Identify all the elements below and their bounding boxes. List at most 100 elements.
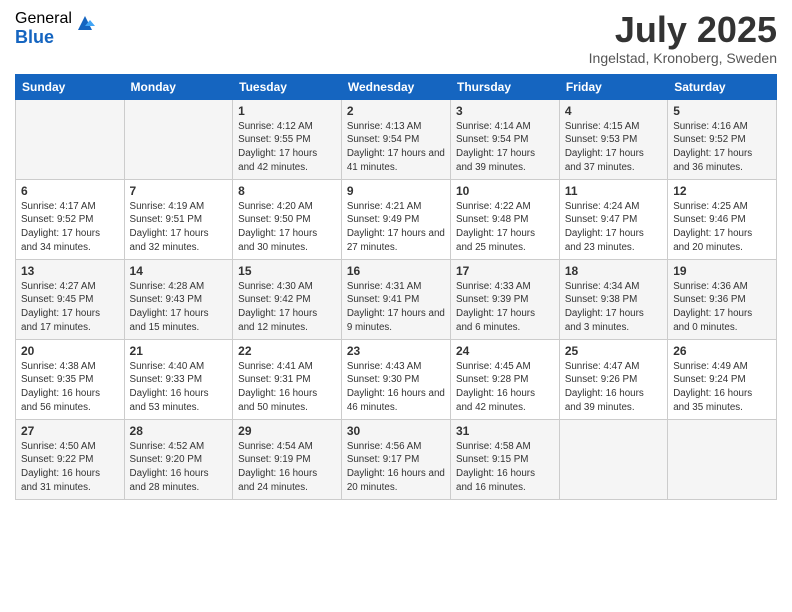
cell-day-number: 11 [565,184,662,198]
cell-info: Sunrise: 4:34 AMSunset: 9:38 PMDaylight:… [565,280,662,335]
table-cell: 15 Sunrise: 4:30 AMSunset: 9:42 PMDayligh… [233,259,342,339]
cell-info: Sunrise: 4:49 AMSunset: 9:24 PMDaylight:… [673,360,771,415]
calendar-table: Sunday Monday Tuesday Wednesday Thursday… [15,74,777,500]
cell-day-number: 30 [347,424,445,438]
cell-day-number: 19 [673,264,771,278]
col-tuesday: Tuesday [233,74,342,99]
month-title: July 2025 [589,10,777,50]
cell-day-number: 12 [673,184,771,198]
table-cell: 13 Sunrise: 4:27 AMSunset: 9:45 PMDayligh… [16,259,125,339]
cell-info: Sunrise: 4:56 AMSunset: 9:17 PMDaylight:… [347,440,445,495]
table-cell: 11 Sunrise: 4:24 AMSunset: 9:47 PMDayligh… [559,179,667,259]
cell-day-number: 5 [673,104,771,118]
table-cell: 9 Sunrise: 4:21 AMSunset: 9:49 PMDaylight… [341,179,450,259]
cell-day-number: 15 [238,264,336,278]
cell-info: Sunrise: 4:28 AMSunset: 9:43 PMDaylight:… [130,280,228,335]
table-cell: 24Sunrise: 4:45 AMSunset: 9:28 PMDayligh… [451,339,560,419]
cell-info: Sunrise: 4:41 AMSunset: 9:31 PMDaylight:… [238,360,336,415]
cell-info: Sunrise: 4:27 AMSunset: 9:45 PMDaylight:… [21,280,119,335]
table-cell: 10Sunrise: 4:22 AMSunset: 9:48 PMDayligh… [451,179,560,259]
cell-day-number: 28 [130,424,228,438]
cell-day-number: 20 [21,344,119,358]
cell-info: Sunrise: 4:15 AMSunset: 9:53 PMDaylight:… [565,120,662,175]
page: General Blue July 2025 Ingelstad, Kronob… [0,0,792,612]
table-cell: 23 Sunrise: 4:43 AMSunset: 9:30 PMDayligh… [341,339,450,419]
cell-info: Sunrise: 4:31 AMSunset: 9:41 PMDaylight:… [347,280,445,335]
table-cell: 22Sunrise: 4:41 AMSunset: 9:31 PMDayligh… [233,339,342,419]
cell-day-number: 18 [565,264,662,278]
cell-info: Sunrise: 4:21 AMSunset: 9:49 PMDaylight:… [347,200,445,255]
table-cell: 6 Sunrise: 4:17 AMSunset: 9:52 PMDaylight… [16,179,125,259]
table-row: 27 Sunrise: 4:50 AMSunset: 9:22 PMDayligh… [16,419,777,499]
col-saturday: Saturday [668,74,777,99]
table-cell [124,99,233,179]
table-cell: 5 Sunrise: 4:16 AMSunset: 9:52 PMDaylight… [668,99,777,179]
table-cell: 21Sunrise: 4:40 AMSunset: 9:33 PMDayligh… [124,339,233,419]
cell-day-number: 8 [238,184,336,198]
cell-info: Sunrise: 4:58 AMSunset: 9:15 PMDaylight:… [456,440,554,495]
cell-info: Sunrise: 4:22 AMSunset: 9:48 PMDaylight:… [456,200,554,255]
logo: General Blue [15,10,96,47]
table-cell: 29Sunrise: 4:54 AMSunset: 9:19 PMDayligh… [233,419,342,499]
table-cell: 28Sunrise: 4:52 AMSunset: 9:20 PMDayligh… [124,419,233,499]
table-cell [668,419,777,499]
table-cell: 27 Sunrise: 4:50 AMSunset: 9:22 PMDayligh… [16,419,125,499]
logo-icon [74,12,96,34]
cell-info: Sunrise: 4:13 AMSunset: 9:54 PMDaylight:… [347,120,445,175]
table-cell [559,419,667,499]
table-cell: 12 Sunrise: 4:25 AMSunset: 9:46 PMDayligh… [668,179,777,259]
cell-info: Sunrise: 4:12 AMSunset: 9:55 PMDaylight:… [238,120,336,175]
cell-info: Sunrise: 4:17 AMSunset: 9:52 PMDaylight:… [21,200,119,255]
cell-day-number: 7 [130,184,228,198]
table-cell: 14 Sunrise: 4:28 AMSunset: 9:43 PMDayligh… [124,259,233,339]
cell-info: Sunrise: 4:43 AMSunset: 9:30 PMDaylight:… [347,360,445,415]
table-row: 20 Sunrise: 4:38 AMSunset: 9:35 PMDayligh… [16,339,777,419]
col-thursday: Thursday [451,74,560,99]
col-friday: Friday [559,74,667,99]
table-cell: 25 Sunrise: 4:47 AMSunset: 9:26 PMDayligh… [559,339,667,419]
col-monday: Monday [124,74,233,99]
cell-info: Sunrise: 4:19 AMSunset: 9:51 PMDaylight:… [130,200,228,255]
cell-info: Sunrise: 4:16 AMSunset: 9:52 PMDaylight:… [673,120,771,175]
title-section: July 2025 Ingelstad, Kronoberg, Sweden [589,10,777,66]
table-cell: 8 Sunrise: 4:20 AMSunset: 9:50 PMDaylight… [233,179,342,259]
cell-day-number: 14 [130,264,228,278]
table-cell: 4Sunrise: 4:15 AMSunset: 9:53 PMDaylight… [559,99,667,179]
cell-info: Sunrise: 4:33 AMSunset: 9:39 PMDaylight:… [456,280,554,335]
cell-info: Sunrise: 4:30 AMSunset: 9:42 PMDaylight:… [238,280,336,335]
cell-info: Sunrise: 4:14 AMSunset: 9:54 PMDaylight:… [456,120,554,175]
table-cell: 1 Sunrise: 4:12 AMSunset: 9:55 PMDaylight… [233,99,342,179]
cell-info: Sunrise: 4:20 AMSunset: 9:50 PMDaylight:… [238,200,336,255]
cell-day-number: 25 [565,344,662,358]
cell-info: Sunrise: 4:24 AMSunset: 9:47 PMDaylight:… [565,200,662,255]
table-cell: 16Sunrise: 4:31 AMSunset: 9:41 PMDayligh… [341,259,450,339]
table-cell: 3 Sunrise: 4:14 AMSunset: 9:54 PMDaylight… [451,99,560,179]
header: General Blue July 2025 Ingelstad, Kronob… [15,10,777,66]
table-cell: 26Sunrise: 4:49 AMSunset: 9:24 PMDayligh… [668,339,777,419]
cell-day-number: 9 [347,184,445,198]
header-row: Sunday Monday Tuesday Wednesday Thursday… [16,74,777,99]
col-wednesday: Wednesday [341,74,450,99]
table-cell: 20 Sunrise: 4:38 AMSunset: 9:35 PMDayligh… [16,339,125,419]
cell-info: Sunrise: 4:50 AMSunset: 9:22 PMDaylight:… [21,440,119,495]
table-cell [16,99,125,179]
cell-info: Sunrise: 4:38 AMSunset: 9:35 PMDaylight:… [21,360,119,415]
table-cell: 2Sunrise: 4:13 AMSunset: 9:54 PMDaylight… [341,99,450,179]
cell-day-number: 1 [238,104,336,118]
table-cell: 7 Sunrise: 4:19 AMSunset: 9:51 PMDaylight… [124,179,233,259]
logo-blue: Blue [15,28,72,48]
table-cell: 19Sunrise: 4:36 AMSunset: 9:36 PMDayligh… [668,259,777,339]
table-cell: 30 Sunrise: 4:56 AMSunset: 9:17 PMDayligh… [341,419,450,499]
cell-info: Sunrise: 4:45 AMSunset: 9:28 PMDaylight:… [456,360,554,415]
cell-day-number: 29 [238,424,336,438]
cell-info: Sunrise: 4:47 AMSunset: 9:26 PMDaylight:… [565,360,662,415]
cell-info: Sunrise: 4:25 AMSunset: 9:46 PMDaylight:… [673,200,771,255]
table-row: 13 Sunrise: 4:27 AMSunset: 9:45 PMDayligh… [16,259,777,339]
cell-day-number: 23 [347,344,445,358]
cell-day-number: 31 [456,424,554,438]
cell-day-number: 6 [21,184,119,198]
cell-day-number: 3 [456,104,554,118]
cell-day-number: 13 [21,264,119,278]
cell-day-number: 27 [21,424,119,438]
col-sunday: Sunday [16,74,125,99]
